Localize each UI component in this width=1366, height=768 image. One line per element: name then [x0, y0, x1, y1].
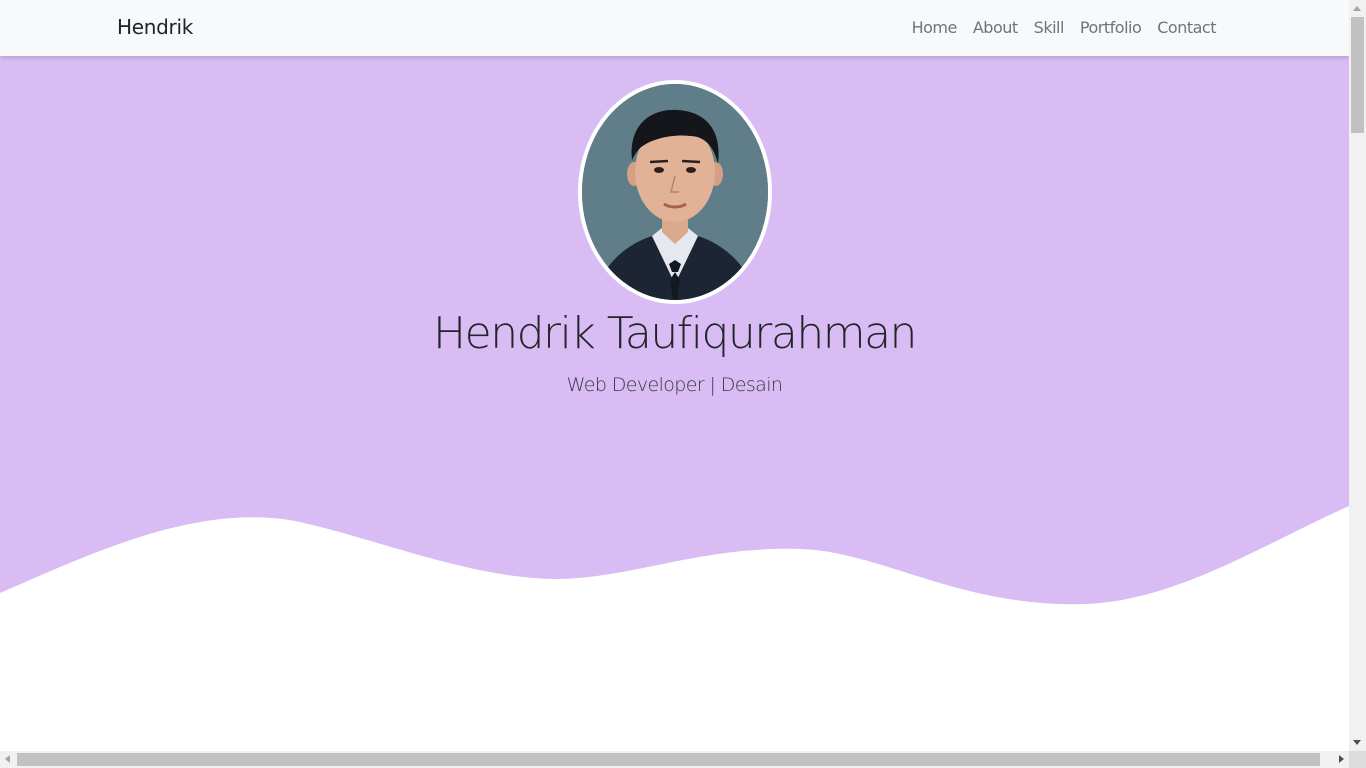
- nav-link-portfolio[interactable]: Portfolio: [1072, 18, 1149, 37]
- scroll-right-arrow-icon[interactable]: [1339, 755, 1344, 763]
- person-illustration: [582, 84, 768, 300]
- nav-link-contact[interactable]: Contact: [1149, 18, 1224, 37]
- scroll-up-arrow-icon[interactable]: [1353, 6, 1361, 11]
- navbar: Hendrik Home About Skill Portfolio Conta…: [0, 0, 1349, 56]
- profile-photo: [582, 84, 768, 300]
- nav-link-home[interactable]: Home: [904, 18, 965, 37]
- hero-section: Hendrik Taufiqurahman Web Developer | De…: [0, 56, 1349, 616]
- page-viewport: Hendrik Home About Skill Portfolio Conta…: [0, 0, 1349, 751]
- hero-name: Hendrik Taufiqurahman: [433, 308, 917, 359]
- vertical-scroll-thumb[interactable]: [1351, 17, 1364, 133]
- scroll-left-arrow-icon[interactable]: [5, 755, 10, 763]
- horizontal-scrollbar[interactable]: [0, 751, 1349, 768]
- nav-links: Home About Skill Portfolio Contact: [904, 18, 1224, 37]
- nav-link-skill[interactable]: Skill: [1026, 18, 1072, 37]
- avatar-frame: [578, 80, 772, 304]
- hero-tagline: Web Developer | Desain: [566, 374, 783, 396]
- navbar-brand[interactable]: Hendrik: [117, 15, 193, 39]
- horizontal-scroll-thumb[interactable]: [17, 753, 1320, 766]
- scrollbar-corner: [1349, 751, 1366, 768]
- nav-link-about[interactable]: About: [965, 18, 1026, 37]
- vertical-scrollbar[interactable]: [1349, 0, 1366, 751]
- scroll-down-arrow-icon[interactable]: [1353, 740, 1361, 745]
